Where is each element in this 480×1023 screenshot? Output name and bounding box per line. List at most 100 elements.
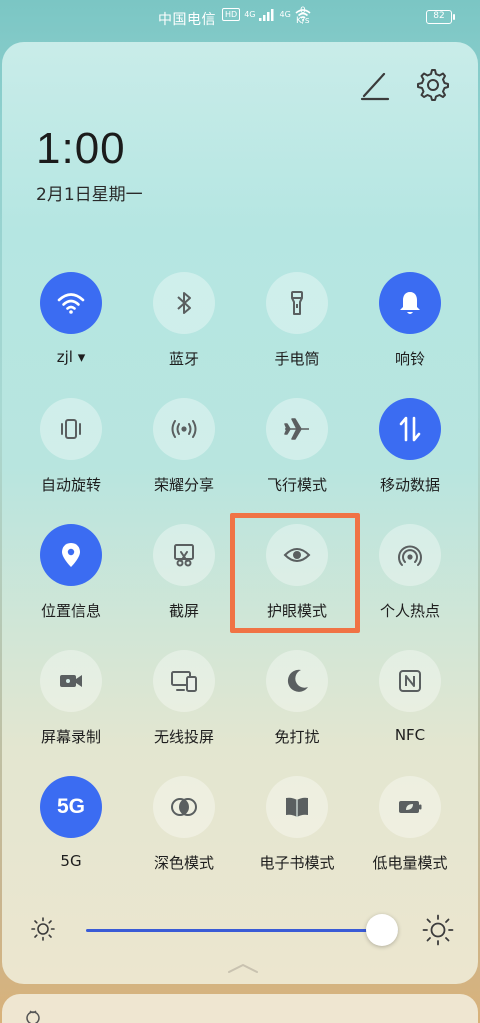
screen-record-toggle[interactable]	[40, 650, 102, 712]
5g-toggle[interactable]: 5G	[40, 776, 102, 838]
signal-icon	[259, 8, 274, 21]
tile-label-mobile-data: 移动数据	[379, 476, 440, 494]
bluetooth-toggle[interactable]	[153, 272, 215, 334]
tile-mobile-data[interactable]: 移动数据	[349, 398, 469, 508]
brightness-low-icon	[31, 917, 55, 941]
tile-label-screenshot: 截屏	[168, 602, 199, 620]
location-icon	[62, 543, 80, 567]
location-toggle[interactable]	[40, 524, 102, 586]
tile-bluetooth[interactable]: 蓝牙	[123, 272, 243, 382]
wireless-projection-toggle[interactable]	[153, 650, 215, 712]
tile-label-5g: 5G	[60, 852, 82, 870]
battery-saver-icon	[399, 801, 422, 813]
battery-saver-toggle[interactable]	[379, 776, 441, 838]
carrier-name: 中国电信	[158, 12, 216, 28]
network-4g-a-label: 4G	[244, 10, 256, 19]
share-icon	[171, 420, 197, 438]
tile-nfc[interactable]: NFC	[349, 650, 469, 760]
bluetooth-icon	[177, 292, 191, 314]
brightness-row	[2, 910, 478, 950]
tile-label-nfc: NFC	[394, 726, 426, 744]
tile-label-ring: 响铃	[394, 350, 425, 368]
battery-indicator: 82	[426, 10, 455, 24]
dark-mode-icon	[171, 798, 197, 816]
airplane-toggle[interactable]	[266, 398, 328, 460]
tile-location[interactable]: 位置信息	[10, 524, 130, 634]
tile-5g[interactable]: 5G 5G	[10, 776, 130, 886]
tile-label-honor-share: 荣耀分享	[153, 476, 214, 494]
eye-comfort-highlight-box	[230, 513, 360, 633]
collapse-handle-icon[interactable]	[226, 962, 260, 974]
tile-label-dark-mode: 深色模式	[153, 854, 214, 872]
brightness-slider-thumb[interactable]	[366, 914, 399, 946]
tile-airplane[interactable]: 飞行模式	[236, 398, 356, 508]
tile-label-do-not-disturb: 免打扰	[274, 728, 320, 746]
speed-value: 0	[299, 6, 306, 16]
network-speed: 0 K/s	[296, 6, 310, 26]
tile-auto-rotate[interactable]: 自动旋转	[10, 398, 130, 508]
tile-ring[interactable]: 响铃	[349, 272, 469, 382]
gear-icon[interactable]	[414, 66, 450, 102]
ebook-mode-toggle[interactable]	[266, 776, 328, 838]
tile-label-auto-rotate: 自动旋转	[40, 476, 101, 494]
tile-dark-mode[interactable]: 深色模式	[123, 776, 243, 886]
moon-icon	[287, 669, 308, 692]
do-not-disturb-toggle[interactable]	[266, 650, 328, 712]
tile-label-ebook-mode: 电子书模式	[259, 854, 335, 872]
nfc-icon	[399, 670, 421, 692]
tile-label-battery-saver: 低电量模式	[372, 854, 448, 872]
tile-label-bluetooth: 蓝牙	[168, 350, 199, 368]
tile-flashlight[interactable]: 手电筒	[236, 272, 356, 382]
honor-share-toggle[interactable]	[153, 398, 215, 460]
app-notification-icon	[26, 1010, 40, 1023]
tile-label-hotspot: 个人热点	[379, 602, 440, 620]
tile-label-flashlight: 手电筒	[274, 350, 320, 368]
auto-rotate-icon	[61, 419, 81, 439]
tile-screen-record[interactable]: 屏幕录制	[10, 650, 130, 760]
quick-settings-panel: 1:00 2月1日星期一 zjl ▾ 蓝牙 手电筒 响铃 自动旋转 荣耀分享 飞…	[2, 42, 478, 984]
ring-toggle[interactable]	[379, 272, 441, 334]
tile-honor-share[interactable]: 荣耀分享	[123, 398, 243, 508]
tile-label-wireless-projection: 无线投屏	[153, 728, 214, 746]
bell-icon	[400, 292, 420, 314]
tile-label-location: 位置信息	[40, 602, 101, 620]
screen-record-icon	[60, 675, 82, 687]
5g-icon: 5G	[56, 795, 85, 818]
edit-icon[interactable]	[358, 68, 392, 102]
hd-badge: HD	[222, 8, 241, 21]
screenshot-toggle[interactable]	[153, 524, 215, 586]
auto-rotate-toggle[interactable]	[40, 398, 102, 460]
hotspot-toggle[interactable]	[379, 524, 441, 586]
brightness-slider-track[interactable]	[86, 929, 398, 932]
hotspot-icon	[398, 545, 422, 566]
screenshot-icon	[174, 544, 194, 567]
wifi-toggle[interactable]	[40, 272, 102, 334]
brightness-high-icon	[422, 914, 454, 946]
tile-wifi[interactable]: zjl ▾	[10, 272, 130, 382]
network-4g-b-label: 4G	[279, 10, 291, 19]
wifi-icon	[57, 293, 85, 314]
mobile-data-toggle[interactable]	[379, 398, 441, 460]
dark-mode-toggle[interactable]	[153, 776, 215, 838]
tile-label-wifi: zjl ▾	[56, 348, 86, 366]
flashlight-toggle[interactable]	[266, 272, 328, 334]
tile-label-screen-record: 屏幕录制	[40, 728, 101, 746]
tile-screenshot[interactable]: 截屏	[123, 524, 243, 634]
clock-time: 1:00	[36, 124, 126, 173]
wireless-projection-icon	[171, 671, 197, 692]
nfc-toggle[interactable]	[379, 650, 441, 712]
mobile-data-icon	[399, 416, 421, 442]
ebook-icon	[286, 797, 308, 817]
airplane-icon	[284, 418, 309, 440]
tile-hotspot[interactable]: 个人热点	[349, 524, 469, 634]
tile-label-airplane: 飞行模式	[266, 476, 327, 494]
clock-date: 2月1日星期一	[36, 185, 143, 205]
tile-ebook-mode[interactable]: 电子书模式	[236, 776, 356, 886]
flashlight-icon	[291, 291, 303, 315]
notification-card[interactable]	[2, 994, 478, 1023]
tile-battery-saver[interactable]: 低电量模式	[349, 776, 469, 886]
tile-do-not-disturb[interactable]: 免打扰	[236, 650, 356, 760]
status-bar: 中国电信 HD 4G 4G 0 K/s 82	[0, 0, 480, 36]
tile-wireless-projection[interactable]: 无线投屏	[123, 650, 243, 760]
speed-unit: K/s	[296, 16, 310, 26]
